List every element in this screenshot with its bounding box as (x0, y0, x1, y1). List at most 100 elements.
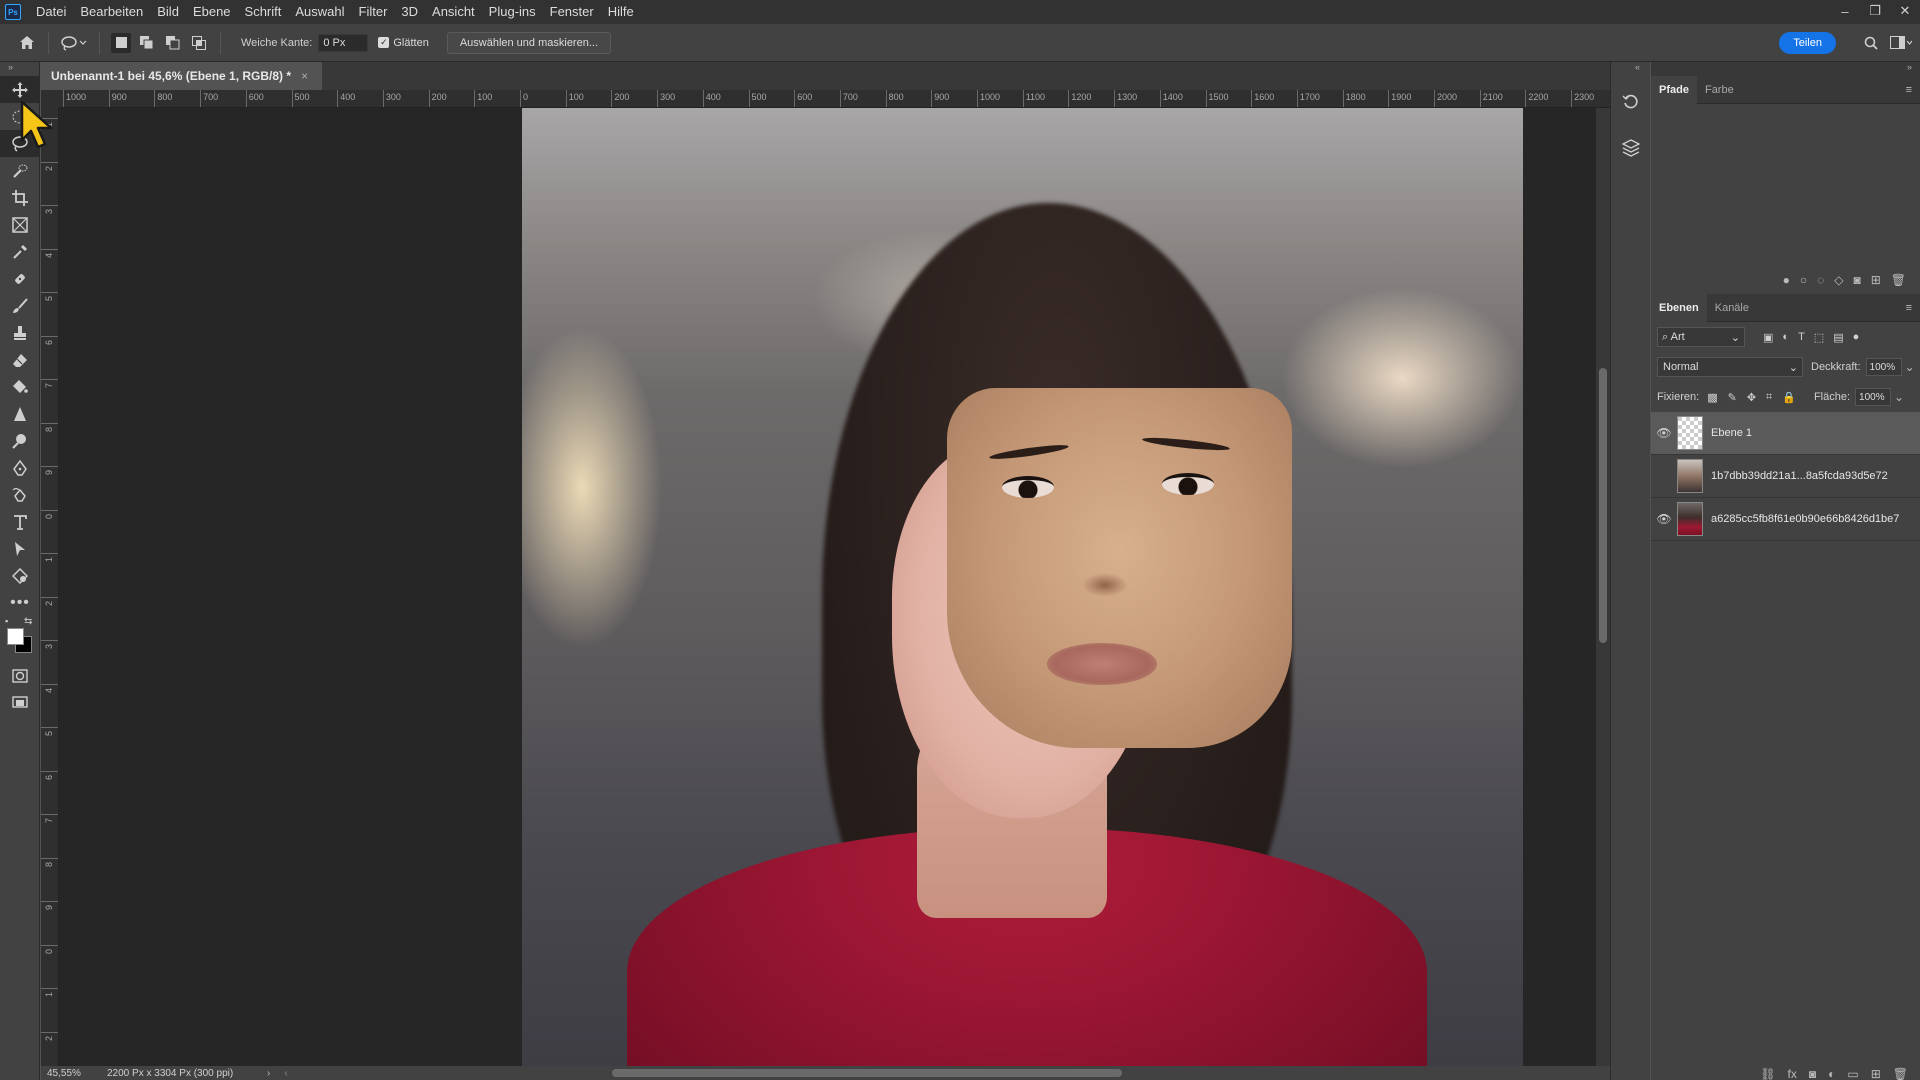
path-selection-tool-icon[interactable] (0, 535, 40, 562)
subtract-from-selection-button[interactable] (163, 33, 183, 53)
frame-tool-icon[interactable] (0, 211, 40, 238)
fill-path-icon[interactable]: ● (1783, 273, 1790, 287)
freeform-pen-tool-icon[interactable] (0, 481, 40, 508)
crop-tool-icon[interactable] (0, 184, 40, 211)
clone-stamp-tool-icon[interactable] (0, 319, 40, 346)
new-layer-icon[interactable]: ⊞ (1871, 1067, 1881, 1080)
minimize-button[interactable]: – (1830, 0, 1860, 22)
pen-tool-icon[interactable] (0, 454, 40, 481)
close-tab-icon[interactable]: × (301, 69, 308, 83)
vertical-scrollbar[interactable] (1596, 108, 1610, 1066)
menu-ebene[interactable]: Ebene (186, 0, 238, 24)
adjustment-filter-icon[interactable]: ◐ (1782, 331, 1789, 344)
collapse-dock-icon[interactable]: « (1611, 62, 1650, 76)
delete-path-icon[interactable]: 🗑 (1891, 273, 1906, 287)
smooth-checkbox[interactable]: ✓ Glätten (378, 37, 429, 49)
add-to-selection-button[interactable] (137, 33, 157, 53)
vertical-scroll-thumb[interactable] (1599, 368, 1607, 643)
panel-menu-icon[interactable]: ≡ (1906, 84, 1912, 96)
swap-colors-icon[interactable]: ⇆ (24, 616, 32, 627)
stroke-path-icon[interactable]: ○ (1800, 273, 1807, 287)
menu-auswahl[interactable]: Auswahl (288, 0, 351, 24)
screen-mode-icon[interactable] (0, 689, 40, 716)
chevron-down-icon[interactable]: ⌄ (1905, 360, 1915, 374)
layers-stack-icon[interactable] (1611, 128, 1651, 168)
eyedropper-tool-icon[interactable] (0, 238, 40, 265)
menu-fenster[interactable]: Fenster (543, 0, 601, 24)
menu-bearbeiten[interactable]: Bearbeiten (73, 0, 150, 24)
canvas-image[interactable] (522, 108, 1523, 1066)
lock-artboard-icon[interactable]: ⌗ (1766, 391, 1772, 404)
menu-filter[interactable]: Filter (352, 0, 395, 24)
restore-button[interactable]: ❐ (1860, 0, 1890, 22)
quick-mask-icon[interactable] (0, 662, 40, 689)
quick-selection-tool-icon[interactable] (0, 157, 40, 184)
menu-schrift[interactable]: Schrift (238, 0, 289, 24)
layer-name[interactable]: a6285cc5fb8f61e0b90e66b8426d1be7 (1711, 513, 1899, 525)
dodge-tool-icon[interactable] (0, 427, 40, 454)
layer-name[interactable]: Ebene 1 (1711, 427, 1752, 439)
default-colors-icon[interactable]: ▪ (5, 616, 8, 626)
visibility-eye-icon[interactable]: 👁 (1651, 512, 1677, 526)
lasso-preset-icon[interactable] (57, 30, 91, 56)
fill-input[interactable]: 100% (1855, 388, 1892, 406)
tab-kanaele[interactable]: Kanäle (1707, 294, 1757, 322)
horizontal-scroll-thumb[interactable] (612, 1069, 1122, 1077)
delete-layer-icon[interactable]: 🗑 (1893, 1067, 1908, 1080)
layer-style-icon[interactable]: fx (1788, 1067, 1797, 1080)
tab-farbe[interactable]: Farbe (1697, 76, 1742, 104)
type-filter-icon[interactable]: T (1798, 331, 1805, 344)
lock-image-icon[interactable]: ✎ (1728, 391, 1737, 404)
type-tool-icon[interactable] (0, 508, 40, 535)
workspace-icon[interactable] (1890, 32, 1912, 54)
layer-row[interactable]: 👁 a6285cc5fb8f61e0b90e66b8426d1be7 (1651, 498, 1920, 541)
smart-object-filter-icon[interactable]: ▤ (1833, 331, 1843, 344)
adjustment-layer-icon[interactable]: ◐ (1828, 1067, 1835, 1080)
share-button[interactable]: Teilen (1779, 32, 1836, 54)
new-selection-button[interactable] (111, 32, 131, 53)
visibility-eye-icon[interactable]: 👁 (1651, 426, 1677, 440)
blend-mode-select[interactable]: Normal ⌄ (1657, 357, 1803, 377)
add-mask-icon[interactable]: ◙ (1809, 1067, 1816, 1080)
brush-tool-icon[interactable] (0, 292, 40, 319)
healing-brush-tool-icon[interactable] (0, 265, 40, 292)
load-selection-icon[interactable]: ◌ (1817, 273, 1824, 287)
pixel-filter-icon[interactable]: ▣ (1763, 331, 1773, 344)
filter-kind-select[interactable]: ⌕ Art ⌄ (1657, 327, 1745, 347)
canvas-area[interactable] (59, 108, 1610, 1066)
tab-pfade[interactable]: Pfade (1651, 75, 1697, 104)
filter-toggle-icon[interactable]: ● (1853, 331, 1860, 344)
menu-bild[interactable]: Bild (150, 0, 186, 24)
shape-tool-icon[interactable] (0, 562, 40, 589)
menu-hilfe[interactable]: Hilfe (601, 0, 641, 24)
close-window-button[interactable]: ✕ (1890, 0, 1920, 22)
document-tab[interactable]: Unbenannt-1 bei 45,6% (Ebene 1, RGB/8) *… (41, 62, 323, 90)
layer-row[interactable]: 👁 Ebene 1 (1651, 412, 1920, 455)
eraser-tool-icon[interactable] (0, 346, 40, 373)
make-work-path-icon[interactable]: ◇ (1834, 273, 1843, 287)
menu-datei[interactable]: Datei (29, 0, 73, 24)
chevron-down-icon[interactable]: ⌄ (1894, 390, 1904, 404)
foreground-color-swatch[interactable] (7, 628, 24, 645)
menu-ansicht[interactable]: Ansicht (425, 0, 482, 24)
lock-all-icon[interactable]: 🔒 (1782, 391, 1796, 404)
sharpen-tool-icon[interactable] (0, 400, 40, 427)
new-group-icon[interactable]: ▭ (1847, 1067, 1858, 1080)
history-panel-icon[interactable] (1611, 82, 1651, 122)
more-tools-icon[interactable]: ••• (0, 589, 40, 616)
layers-panel-menu-icon[interactable]: ≡ (1906, 302, 1912, 314)
opacity-input[interactable]: 100% (1865, 358, 1902, 376)
move-tool-icon[interactable] (0, 76, 40, 103)
lock-transparent-icon[interactable]: ▩ (1707, 391, 1717, 404)
menu-plugins[interactable]: Plug-ins (482, 0, 543, 24)
tab-ebenen[interactable]: Ebenen (1651, 293, 1707, 322)
status-expand-icon[interactable]: › (267, 1068, 270, 1079)
visibility-eye-icon[interactable]: 👁 (1651, 469, 1677, 483)
search-icon[interactable] (1860, 32, 1882, 54)
add-mask-icon[interactable]: ◙ (1853, 273, 1860, 287)
home-icon[interactable] (14, 30, 40, 56)
new-path-icon[interactable]: ⊞ (1871, 273, 1881, 287)
layer-row[interactable]: 👁 1b7dbb39dd21a1...8a5fcda93d5e72 (1651, 455, 1920, 498)
shape-filter-icon[interactable]: ⬚ (1814, 331, 1824, 344)
link-layers-icon[interactable]: ⛓ (1760, 1067, 1775, 1080)
